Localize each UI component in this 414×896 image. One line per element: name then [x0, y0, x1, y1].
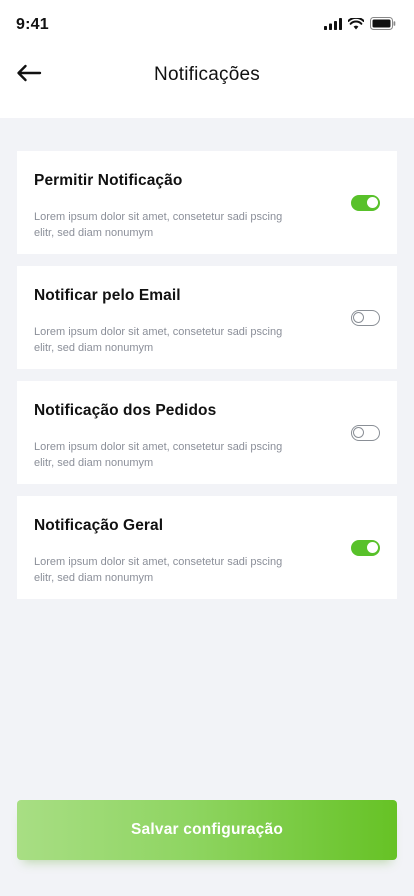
- toggle-notificacao-pedidos[interactable]: [351, 425, 380, 441]
- status-icons: [324, 16, 396, 35]
- setting-card-notificacao-geral: Notificação Geral Lorem ipsum dolor sit …: [17, 496, 397, 599]
- setting-title: Permitir Notificação: [34, 172, 183, 189]
- save-settings-button[interactable]: Salvar configuração: [17, 800, 397, 860]
- wifi-icon: [347, 16, 365, 35]
- notification-settings-list: Permitir Notificação Lorem ipsum dolor s…: [17, 151, 397, 611]
- status-time: 9:41: [16, 16, 49, 33]
- setting-title: Notificação Geral: [34, 517, 164, 534]
- page-title: Notificações: [154, 64, 260, 85]
- setting-card-notificacao-pedidos: Notificação dos Pedidos Lorem ipsum dolo…: [17, 381, 397, 484]
- toggle-notificacao-geral[interactable]: [351, 540, 380, 556]
- setting-description: Lorem ipsum dolor sit amet, consetetur s…: [34, 556, 283, 584]
- setting-card-notificar-email: Notificar pelo Email Lorem ipsum dolor s…: [17, 266, 397, 369]
- setting-description: Lorem ipsum dolor sit amet, consetetur s…: [34, 211, 283, 239]
- setting-description: Lorem ipsum dolor sit amet, consetetur s…: [34, 441, 283, 469]
- app-header: Notificações: [0, 52, 414, 118]
- toggle-permitir-notificacao[interactable]: [351, 195, 380, 211]
- toggle-knob: [367, 542, 378, 553]
- setting-title: Notificação dos Pedidos: [34, 402, 217, 419]
- battery-icon: [370, 17, 396, 35]
- toggle-knob: [353, 312, 364, 323]
- toggle-notificar-email[interactable]: [351, 310, 380, 326]
- setting-description: Lorem ipsum dolor sit amet, consetetur s…: [34, 326, 283, 354]
- setting-title: Notificar pelo Email: [34, 287, 181, 304]
- toggle-knob: [367, 197, 378, 208]
- setting-card-permitir-notificacao: Permitir Notificação Lorem ipsum dolor s…: [17, 151, 397, 254]
- toggle-knob: [353, 427, 364, 438]
- signal-icon: [324, 17, 342, 35]
- status-bar: 9:41: [0, 0, 414, 52]
